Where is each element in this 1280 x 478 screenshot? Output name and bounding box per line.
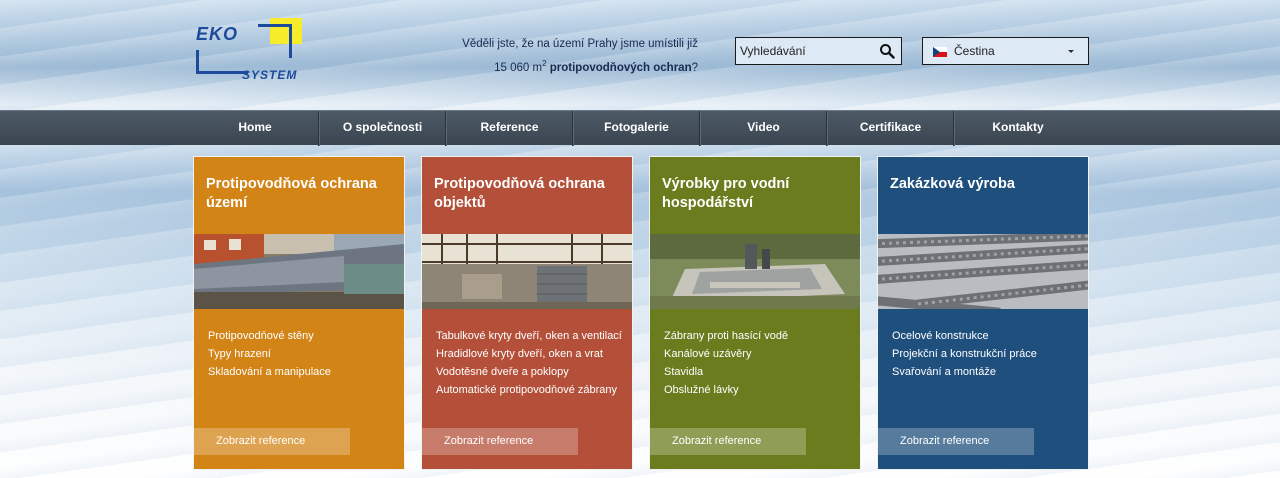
card-link[interactable]: Kanálové uzávěry xyxy=(664,345,788,363)
card-title[interactable]: Protipovodňová ochrana objektů xyxy=(434,175,624,213)
card-image-building-door[interactable] xyxy=(422,234,632,309)
fact-sup: 2 xyxy=(542,59,547,68)
card-link[interactable]: Obslužné lávky xyxy=(664,381,788,399)
card-link[interactable]: Automatické protipovodňové zábrany xyxy=(436,381,622,399)
card-link[interactable]: Hradidlové kryty dveří, oken a vrat xyxy=(436,345,622,363)
card-link[interactable]: Skladování a manipulace xyxy=(208,363,331,381)
card-link[interactable]: Svařování a montáže xyxy=(892,363,1037,381)
search-input[interactable] xyxy=(736,38,871,64)
card-image-steel-bars[interactable] xyxy=(878,234,1088,309)
card-title[interactable]: Výrobky pro vodní hospodářství xyxy=(662,175,852,213)
card-link[interactable]: Stavidla xyxy=(664,363,788,381)
show-references-button[interactable]: Zobrazit reference xyxy=(878,428,1034,455)
nav-item-home[interactable]: Home xyxy=(192,111,319,146)
logo-text-system: SYSTEM xyxy=(242,68,298,82)
show-references-button[interactable]: Zobrazit reference xyxy=(422,428,578,455)
card-link-list: Tabulkové kryty dveří, oken a ventilací … xyxy=(436,327,622,399)
nav-item-video[interactable]: Video xyxy=(700,111,827,146)
card-custom-production: Zakázková výroba Ocelové konstrukce Proj… xyxy=(877,156,1089,470)
card-flood-protection-area: Protipovodňová ochrana území Protipovodň… xyxy=(193,156,405,470)
fact-line-2: 15 060 m2 protipovodňových ochran? xyxy=(430,54,698,78)
logo[interactable]: EKO SYSTEM xyxy=(192,14,312,88)
main-nav: Home O společnosti Reference Fotogalerie… xyxy=(0,110,1280,146)
logo-wave xyxy=(196,50,248,74)
language-select[interactable]: Čestina xyxy=(922,37,1089,65)
fact-question: ? xyxy=(691,61,698,74)
card-flood-protection-objects: Protipovodňová ochrana objektů Tabulkové… xyxy=(421,156,633,470)
search-box xyxy=(735,37,902,65)
card-link[interactable]: Ocelové konstrukce xyxy=(892,327,1037,345)
fact-highlight[interactable]: protipovodňových ochran xyxy=(550,62,692,74)
nav-item-certifikace[interactable]: Certifikace xyxy=(827,111,954,146)
fact-area: 15 060 m xyxy=(494,61,543,74)
card-link[interactable]: Zábrany proti hasící vodě xyxy=(664,327,788,345)
logo-text-eko: EKO xyxy=(196,24,239,44)
search-icon[interactable] xyxy=(879,43,895,59)
card-title[interactable]: Protipovodňová ochrana území xyxy=(206,175,396,213)
fact-text: Věděli jste, že na území Prahy jsme umís… xyxy=(430,34,698,78)
card-link[interactable]: Projekční a konstrukční práce xyxy=(892,345,1037,363)
czech-flag-icon xyxy=(933,47,947,57)
nav-item-o-spolecnosti[interactable]: O společnosti xyxy=(319,111,446,146)
card-link[interactable]: Vodotěsné dveře a poklopy xyxy=(436,363,622,381)
nav-item-kontakty[interactable]: Kontakty xyxy=(954,111,1081,146)
language-label: Čestina xyxy=(954,44,995,58)
show-references-button[interactable]: Zobrazit reference xyxy=(650,428,806,455)
card-title[interactable]: Zakázková výroba xyxy=(890,175,1080,194)
card-image-water-structure[interactable] xyxy=(650,234,860,309)
card-link[interactable]: Tabulkové kryty dveří, oken a ventilací xyxy=(436,327,622,345)
logo-frame xyxy=(258,24,292,58)
card-water-management-products: Výrobky pro vodní hospodářství Zábrany p… xyxy=(649,156,861,470)
card-link-list: Protipovodňové stěny Typy hrazení Sklado… xyxy=(208,327,331,381)
card-link-list: Ocelové konstrukce Projekční a konstrukč… xyxy=(892,327,1037,381)
nav-item-fotogalerie[interactable]: Fotogalerie xyxy=(573,111,700,146)
nav-item-reference[interactable]: Reference xyxy=(446,111,573,146)
fact-line-1: Věděli jste, že na území Prahy jsme umís… xyxy=(462,38,698,50)
card-link[interactable]: Protipovodňové stěny xyxy=(208,327,331,345)
show-references-button[interactable]: Zobrazit reference xyxy=(194,428,350,455)
card-link[interactable]: Typy hrazení xyxy=(208,345,331,363)
card-link-list: Zábrany proti hasící vodě Kanálové uzávě… xyxy=(664,327,788,399)
chevron-down-icon xyxy=(1068,50,1074,53)
card-image-flood-wall[interactable] xyxy=(194,234,404,309)
